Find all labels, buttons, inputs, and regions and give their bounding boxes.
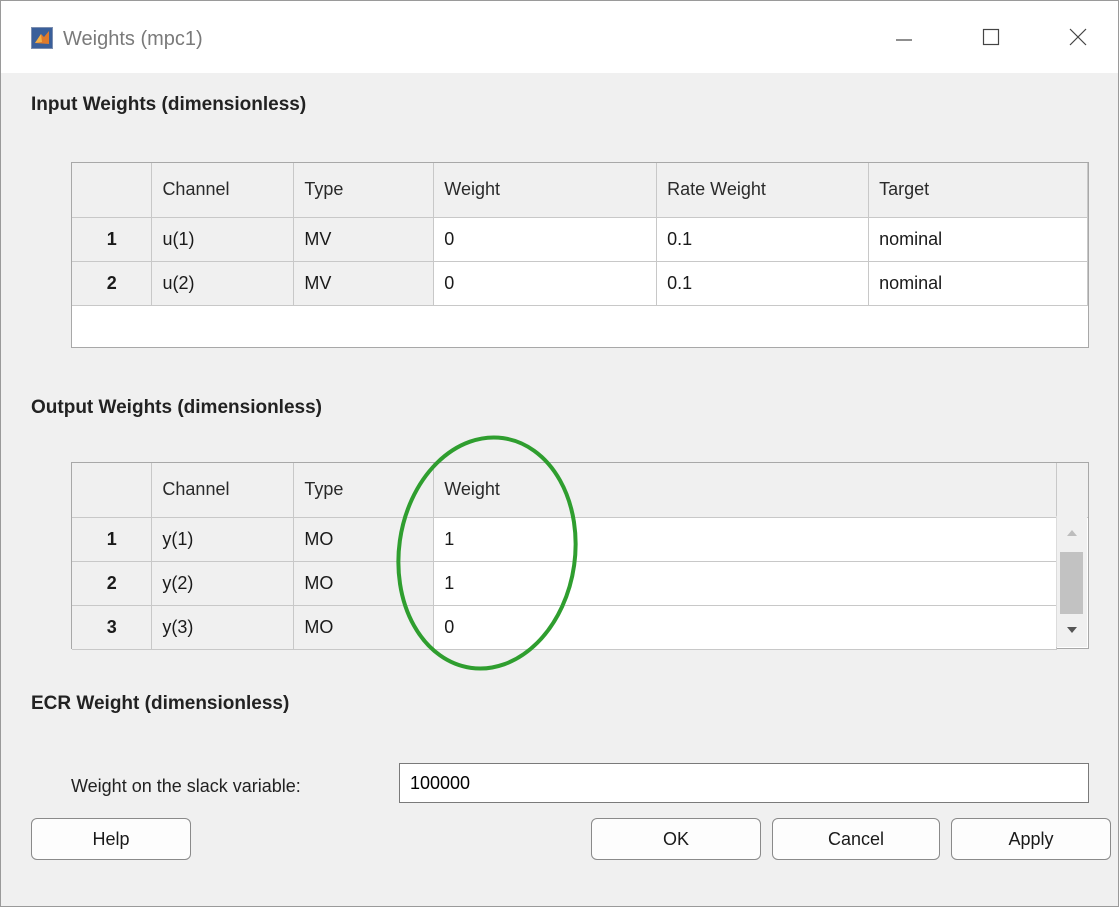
- weight-cell[interactable]: 0: [433, 217, 658, 262]
- help-button[interactable]: Help: [31, 818, 191, 860]
- column-header-channel[interactable]: Channel: [151, 163, 295, 218]
- target-cell[interactable]: nominal: [868, 217, 1088, 262]
- rate-weight-cell[interactable]: 0.1: [656, 261, 870, 306]
- channel-cell: y(3): [151, 605, 295, 650]
- apply-button[interactable]: Apply: [951, 818, 1111, 860]
- matlab-logo-icon: [31, 27, 53, 49]
- close-icon: [1069, 28, 1087, 46]
- type-cell: MO: [293, 605, 435, 650]
- input-weights-title: Input Weights (dimensionless): [31, 94, 307, 115]
- close-button[interactable]: [1053, 19, 1103, 55]
- ecr-weight-title: ECR Weight (dimensionless): [31, 693, 290, 714]
- column-header-weight[interactable]: Weight: [433, 163, 658, 218]
- channel-cell: u(2): [151, 261, 295, 306]
- weight-cell[interactable]: 1: [433, 517, 1058, 562]
- type-cell: MO: [293, 517, 435, 562]
- input-weights-table: Channel Type Weight Rate Weight Target 1…: [71, 162, 1089, 348]
- scroll-down-icon: [1067, 627, 1077, 633]
- minimize-icon: [896, 39, 912, 41]
- window-title: Weights (mpc1): [63, 28, 203, 50]
- channel-cell: y(2): [151, 561, 295, 606]
- row-number[interactable]: 1: [72, 517, 153, 562]
- column-header-channel[interactable]: Channel: [151, 463, 295, 518]
- row-number[interactable]: 2: [72, 261, 153, 306]
- cancel-button[interactable]: Cancel: [772, 818, 940, 860]
- weights-dialog: Weights (mpc1) Input Weights (dimensionl…: [0, 0, 1119, 907]
- table-row: 1 u(1) MV 0 0.1 nominal: [72, 217, 1088, 262]
- scroll-down-button[interactable]: [1057, 615, 1087, 645]
- row-number[interactable]: 3: [72, 605, 153, 650]
- target-cell[interactable]: nominal: [868, 261, 1088, 306]
- row-number[interactable]: 2: [72, 561, 153, 606]
- column-header: [72, 463, 153, 518]
- output-table-scrollbar[interactable]: [1056, 516, 1087, 647]
- row-number[interactable]: 1: [72, 217, 153, 262]
- title-bar: Weights (mpc1): [1, 1, 1118, 73]
- output-weights-title: Output Weights (dimensionless): [31, 397, 322, 418]
- ok-button[interactable]: OK: [591, 818, 761, 860]
- scroll-thumb[interactable]: [1060, 552, 1083, 614]
- weight-cell[interactable]: 1: [433, 561, 1058, 606]
- maximize-button[interactable]: [966, 19, 1016, 55]
- type-cell: MO: [293, 561, 435, 606]
- minimize-button[interactable]: [879, 19, 929, 55]
- channel-cell: u(1): [151, 217, 295, 262]
- column-header-rate-weight[interactable]: Rate Weight: [656, 163, 870, 218]
- type-cell: MV: [293, 217, 435, 262]
- table-row: 1 y(1) MO 1: [72, 517, 1088, 562]
- slack-weight-label: Weight on the slack variable:: [71, 776, 301, 796]
- weight-cell[interactable]: 0: [433, 605, 1058, 650]
- column-header-target[interactable]: Target: [868, 163, 1088, 218]
- table-row: 3 y(3) MO 0: [72, 605, 1088, 650]
- weight-cell[interactable]: 0: [433, 261, 658, 306]
- column-header-weight[interactable]: Weight: [433, 463, 1058, 518]
- column-header: [72, 163, 153, 218]
- output-weights-table: Channel Type Weight 1 y(1) MO 1 2 y(2) M…: [71, 462, 1089, 650]
- column-header-type[interactable]: Type: [293, 463, 435, 518]
- table-row: 2 u(2) MV 0 0.1 nominal: [72, 261, 1088, 306]
- scroll-up-icon: [1067, 530, 1077, 536]
- table-header-row: Channel Type Weight Rate Weight Target: [72, 163, 1088, 218]
- table-header-row: Channel Type Weight: [72, 463, 1088, 518]
- scroll-up-button[interactable]: [1057, 518, 1087, 548]
- maximize-icon: [982, 28, 1000, 46]
- rate-weight-cell[interactable]: 0.1: [656, 217, 870, 262]
- table-row: 2 y(2) MO 1: [72, 561, 1088, 606]
- channel-cell: y(1): [151, 517, 295, 562]
- scrollbar-header-corner: [1056, 463, 1088, 518]
- type-cell: MV: [293, 261, 435, 306]
- column-header-type[interactable]: Type: [293, 163, 435, 218]
- slack-weight-input[interactable]: [399, 763, 1089, 803]
